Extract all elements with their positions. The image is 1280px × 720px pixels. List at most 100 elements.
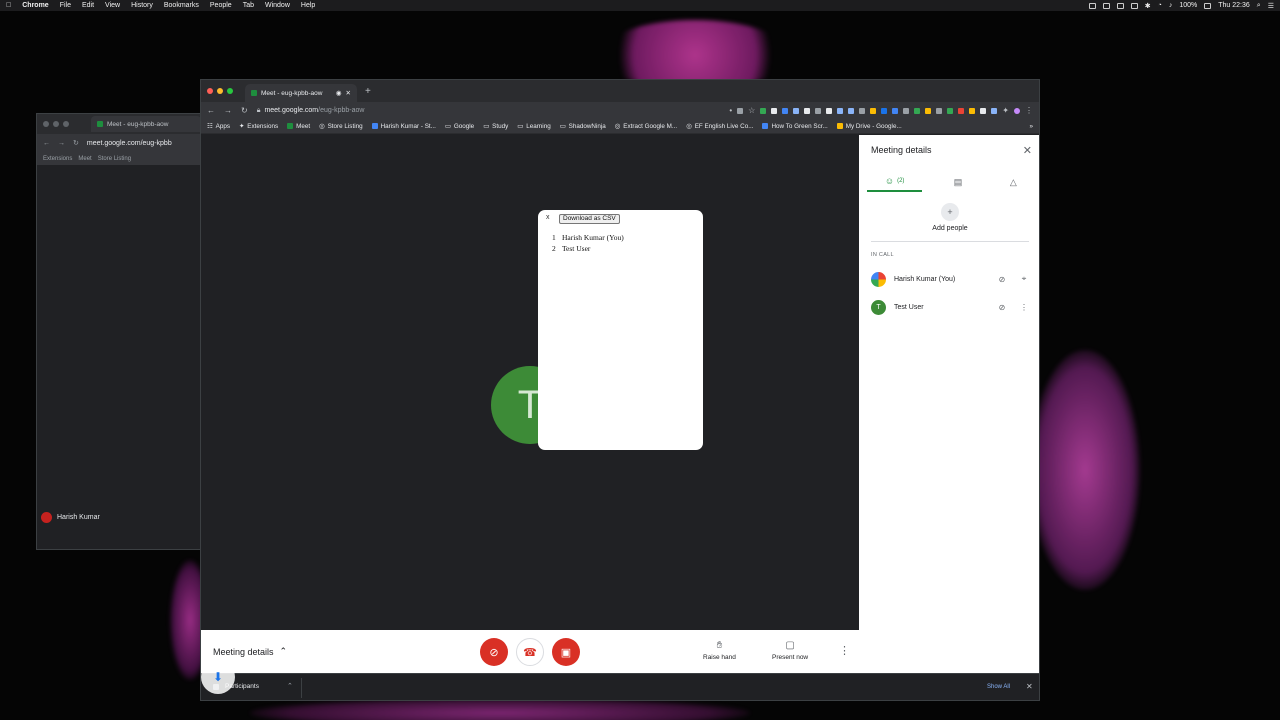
menu-view[interactable]: View: [105, 2, 120, 9]
window-zoom-dot[interactable]: [227, 88, 233, 94]
extension-icon[interactable]: [859, 107, 866, 114]
bookmarks-overflow-icon[interactable]: »: [1029, 123, 1033, 130]
extension-icon[interactable]: [804, 107, 811, 114]
back-icon[interactable]: ←: [207, 106, 215, 115]
window-minimize-dot[interactable]: [53, 121, 59, 127]
extension-icon[interactable]: [793, 107, 800, 114]
battery-icon[interactable]: [1204, 2, 1212, 9]
window-minimize-dot[interactable]: [217, 88, 223, 94]
extension-icon[interactable]: [760, 107, 767, 114]
extension-icon[interactable]: [980, 107, 987, 114]
bookmark-apps[interactable]: ☷ Apps: [207, 123, 230, 130]
window-close-dot[interactable]: [207, 88, 213, 94]
bg-url[interactable]: meet.google.com/eug-kpbb: [87, 140, 172, 147]
popup-close-button[interactable]: x: [546, 214, 550, 221]
more-options-icon[interactable]: ⋮: [839, 644, 850, 657]
bookmark-learning[interactable]: ▭ Learning: [517, 123, 550, 130]
tab-chat[interactable]: ▤: [930, 172, 985, 192]
close-icon[interactable]: ✕: [1023, 144, 1032, 157]
reload-icon[interactable]: ↻: [73, 139, 79, 147]
menubar-clock[interactable]: Thu 22:36: [1218, 2, 1250, 9]
address-bar[interactable]: 🔒︎ meet.google.com/eug-kpbb-aow: [257, 107, 547, 115]
tab-activities[interactable]: △: [986, 172, 1039, 192]
status-icon[interactable]: [1130, 2, 1138, 9]
chrome-menu-icon[interactable]: ⋮: [1025, 106, 1033, 115]
extension-icon[interactable]: [991, 107, 998, 114]
extension-icon[interactable]: [771, 107, 778, 114]
bookmark-harish[interactable]: Harish Kumar - St...: [371, 123, 436, 130]
chevron-up-icon[interactable]: ⌃: [287, 682, 293, 690]
extensions-puzzle-icon[interactable]: ✦: [1002, 106, 1009, 115]
star-icon[interactable]: ☆: [748, 106, 755, 115]
new-tab-icon[interactable]: +: [365, 86, 371, 97]
tab-close-icon[interactable]: ✕: [346, 89, 351, 97]
bg-tab[interactable]: Meet - eug-kpbb-aow: [91, 116, 201, 132]
status-icon[interactable]: [1088, 2, 1096, 9]
extension-icon[interactable]: [914, 107, 921, 114]
bg-bookmark-extensions[interactable]: Extensions: [43, 156, 72, 162]
menu-file[interactable]: File: [60, 2, 71, 9]
status-icon[interactable]: [1116, 2, 1124, 9]
add-people-button[interactable]: + Add people: [859, 203, 1039, 232]
extension-icon[interactable]: [837, 107, 844, 114]
bg-bookmark-meet[interactable]: Meet: [78, 156, 91, 162]
close-icon[interactable]: ✕: [1026, 682, 1033, 691]
bookmark-store-listing[interactable]: ◎ Store Listing: [319, 123, 363, 130]
extension-icon[interactable]: [782, 107, 789, 114]
menu-tab[interactable]: Tab: [243, 2, 254, 9]
active-tab[interactable]: Meet - eug-kpbb-aow ◉ ✕: [245, 84, 357, 102]
bookmark-green-screen[interactable]: How To Green Scr...: [762, 123, 828, 130]
status-icon[interactable]: [1102, 2, 1110, 9]
extension-icon[interactable]: [947, 107, 954, 114]
extension-icon[interactable]: [881, 107, 888, 114]
extension-icon[interactable]: [848, 107, 855, 114]
extension-icon[interactable]: [969, 107, 976, 114]
notification-center-icon[interactable]: ☰: [1268, 2, 1274, 10]
extension-icon[interactable]: [925, 107, 932, 114]
audio-playing-icon[interactable]: ◉: [336, 89, 342, 97]
volume-icon[interactable]: ♪: [1169, 2, 1173, 9]
leave-call-button[interactable]: ☎: [516, 638, 544, 666]
window-zoom-dot[interactable]: [63, 121, 69, 127]
profile-avatar[interactable]: [1014, 107, 1020, 114]
window-close-dot[interactable]: [43, 121, 49, 127]
tab-people[interactable]: ☺ (2): [867, 172, 923, 192]
spotlight-icon[interactable]: ⌕: [1257, 2, 1261, 10]
battery-percent[interactable]: 100%: [1179, 2, 1197, 9]
bluetooth-icon[interactable]: ✱: [1145, 2, 1151, 10]
forward-icon[interactable]: →: [224, 106, 232, 115]
extension-icon[interactable]: [936, 107, 943, 114]
bg-bookmark-store[interactable]: Store Listing: [98, 156, 131, 162]
show-all-button[interactable]: Show All: [987, 684, 1010, 690]
bookmark-google[interactable]: ▭ Google: [445, 123, 474, 130]
reload-icon[interactable]: ↻: [241, 106, 248, 115]
back-icon[interactable]: ←: [43, 140, 50, 147]
menu-window[interactable]: Window: [265, 2, 290, 9]
camera-toggle-button[interactable]: ▣: [552, 638, 580, 666]
menu-app-name[interactable]: Chrome: [22, 2, 48, 9]
bookmark-extract[interactable]: ◎ Extract Google M...: [615, 123, 677, 130]
extension-icon[interactable]: [737, 107, 744, 114]
mic-toggle-button[interactable]: ⊘: [480, 638, 508, 666]
extension-icon[interactable]: [958, 107, 965, 114]
raise-hand-button[interactable]: ✋︎ Raise hand: [703, 640, 736, 661]
bookmark-shadowninja[interactable]: ▭ ShadowNinja: [560, 123, 606, 130]
download-csv-button[interactable]: Download as CSV: [559, 214, 620, 224]
extension-icon[interactable]: [903, 107, 910, 114]
menu-history[interactable]: History: [131, 2, 153, 9]
bookmark-drive[interactable]: My Drive - Google...: [836, 123, 902, 130]
wifi-icon[interactable]: ◔: [1158, 2, 1162, 9]
present-now-button[interactable]: ▢ Present now: [772, 640, 808, 661]
menu-bookmarks[interactable]: Bookmarks: [164, 2, 199, 9]
mic-icon[interactable]: •: [729, 106, 732, 115]
more-options-icon[interactable]: ⋮: [1017, 303, 1031, 312]
extension-icon[interactable]: [870, 107, 877, 114]
bookmark-study[interactable]: ▭ Study: [483, 123, 508, 130]
extension-icon[interactable]: [826, 107, 833, 114]
forward-icon[interactable]: →: [58, 140, 65, 147]
pin-icon[interactable]: ⌖: [1017, 274, 1031, 284]
menu-help[interactable]: Help: [301, 2, 315, 9]
menu-people[interactable]: People: [210, 2, 232, 9]
extension-icon[interactable]: [815, 107, 822, 114]
menu-edit[interactable]: Edit: [82, 2, 94, 9]
